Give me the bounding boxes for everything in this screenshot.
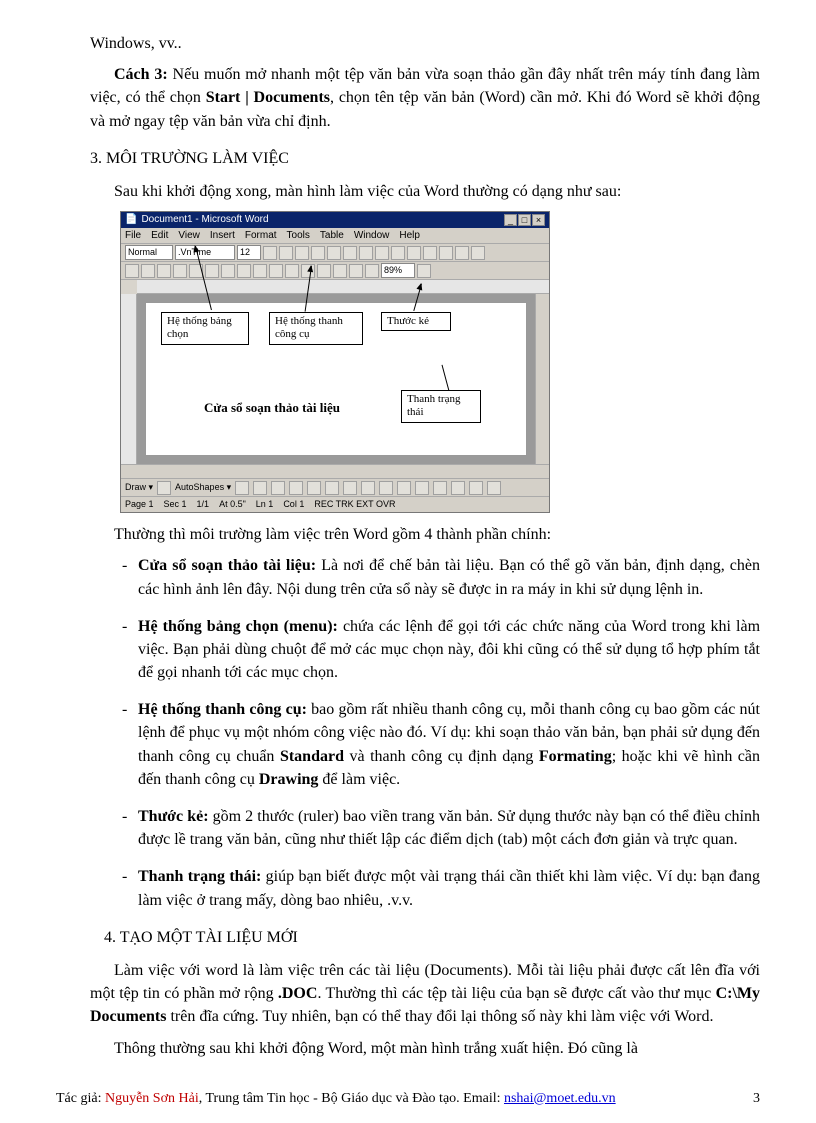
section4-title: 4. TẠO MỘT TÀI LIỆU MỚI [104,926,760,949]
word-screenshot: 📄 Document1 - Microsoft Word _ □ × File … [120,211,760,513]
align-right-icon [343,246,357,260]
paste-icon [253,264,267,278]
print-icon [173,264,187,278]
new-icon [125,264,139,278]
maximize-icon: □ [518,214,531,226]
close-icon: × [532,214,545,226]
align-left-icon [311,246,325,260]
callout-menu: Hệ thống bảng chọn [161,312,249,344]
select-icon [157,481,171,495]
window-title: Document1 - Microsoft Word [141,213,504,228]
rect-icon [271,481,285,495]
cach3-para: Cách 3: Nếu muốn mở nhanh một tệp văn bả… [90,63,760,133]
font-dropdown: .VnTime [175,245,235,260]
fill-icon [361,481,375,495]
titlebar: 📄 Document1 - Microsoft Word _ □ × [121,212,549,228]
word-icon: 📄 [125,213,137,228]
border-icon [439,246,453,260]
sec4-p1: Làm việc với word là làm việc trên các t… [90,959,760,1029]
page-number: 3 [747,1089,760,1109]
excel-icon [333,264,347,278]
style-dropdown: Normal [125,245,173,260]
redo-icon [285,264,299,278]
bullets-icon [375,246,389,260]
list-item: Thước kẻ: gồm 2 thước (ruler) bao viền t… [138,805,760,851]
horizontal-ruler [137,280,549,294]
linecolor-icon [379,481,393,495]
sec3-intro: Sau khi khởi động xong, màn hình làm việ… [90,180,760,203]
columns-icon [349,264,363,278]
line-icon [235,481,249,495]
vertical-scrollbar [535,294,549,464]
list-item: Hệ thống thanh công cụ: bao gồm rất nhiề… [138,698,760,791]
font-color-icon [471,246,485,260]
list-item: Cửa sổ soạn thảo tài liệu: Là nơi để chế… [138,554,760,600]
intro-line-1: Windows, vv.. [90,32,760,55]
status-bar: Page 1 Sec 1 1/1 At 0.5" Ln 1 Col 1 REC … [121,496,549,512]
table-icon [317,264,331,278]
wordart-icon [325,481,339,495]
fontcolor2-icon [397,481,411,495]
footer-email-link[interactable]: nshai@moet.edu.vn [504,1091,616,1106]
sec4-p2: Thông thường sau khi khởi động Word, một… [90,1037,760,1060]
standard-toolbar: 89% [121,262,549,280]
list-item: Thanh trạng thái: giúp bạn biết được một… [138,865,760,911]
callout-status: Thanh trạng thái [401,390,481,422]
callout-ruler: Thước kẻ [381,312,451,331]
horizontal-scrollbar [121,464,549,478]
indent-inc-icon [423,246,437,260]
zoom-dropdown: 89% [381,263,415,278]
arrow-draw-icon [253,481,267,495]
numbering-icon [391,246,405,260]
dashstyle-icon [433,481,447,495]
bold-icon [263,246,277,260]
doc-caption: Cửa sổ soạn thảo tài liệu [204,399,340,418]
vertical-ruler [121,294,137,464]
align-justify-icon [359,246,373,260]
underline-icon [295,246,309,260]
minimize-icon: _ [504,214,517,226]
drawing-toolbar: Draw ▾ AutoShapes ▾ [121,478,549,496]
list-item: Hệ thống bảng chọn (menu): chứa các lệnh… [138,615,760,685]
spell-icon [205,264,219,278]
shadow-icon [469,481,483,495]
callout-toolbar: Hệ thống thanh công cụ [269,312,363,344]
size-dropdown: 12 [237,245,261,260]
clipart-icon [343,481,357,495]
indent-dec-icon [407,246,421,260]
highlight-icon [455,246,469,260]
linestyle-icon [415,481,429,495]
menu-bar: File Edit View Insert Format Tools Table… [121,228,549,244]
page-footer: Tác giả: Nguyễn Sơn Hải, Trung tâm Tin h… [0,1081,816,1123]
align-center-icon [327,246,341,260]
3d-icon [487,481,501,495]
italic-icon [279,246,293,260]
save-icon [157,264,171,278]
cut-icon [221,264,235,278]
undo-icon [269,264,283,278]
open-icon [141,264,155,278]
format-toolbar: Normal .VnTime 12 [121,244,549,262]
copy-icon [237,264,251,278]
arrowstyle-icon [451,481,465,495]
section3-title: 3. MÔI TRƯỜNG LÀM VIỆC [90,147,760,170]
drawing-icon [365,264,379,278]
oval-icon [289,481,303,495]
sec3-after-shot: Thường thì môi trường làm việc trên Word… [90,523,760,546]
help-icon [417,264,431,278]
textbox-icon [307,481,321,495]
